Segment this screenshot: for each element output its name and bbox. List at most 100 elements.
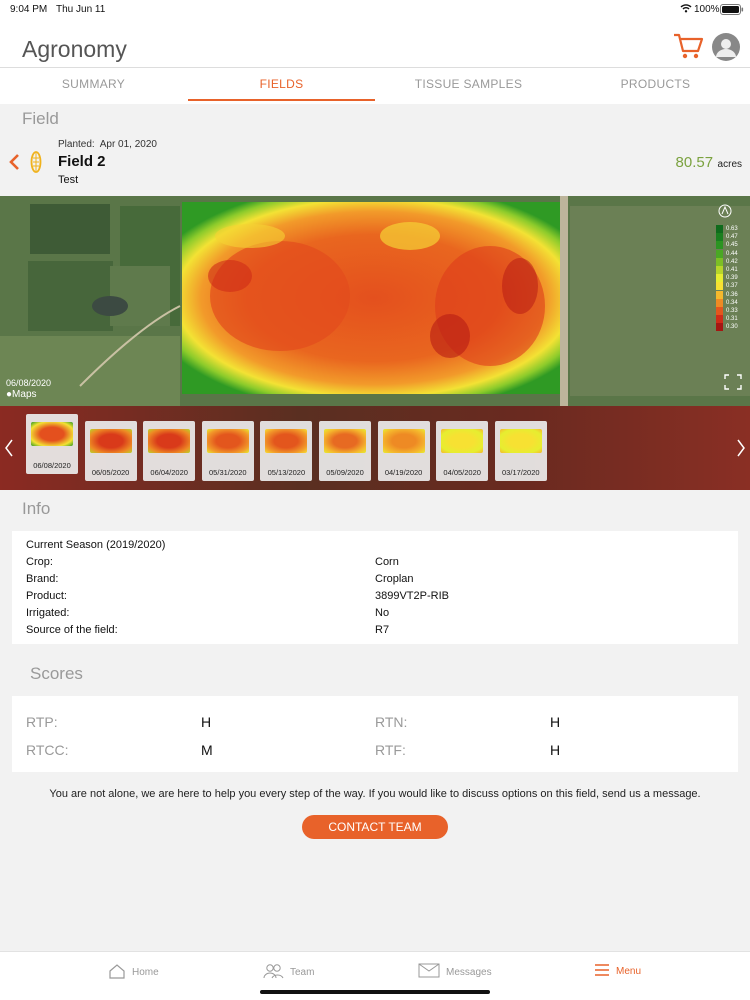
date-thumbnail[interactable]: 06/08/2020 (26, 414, 78, 474)
date-thumbnail[interactable]: 05/13/2020 (260, 421, 313, 481)
acres-value: 80.57 (675, 154, 714, 171)
legend-swatch (716, 241, 723, 250)
date-thumbnail[interactable]: 06/05/2020 (84, 421, 137, 481)
strip-prev-icon[interactable] (4, 438, 14, 463)
menu-icon (594, 963, 610, 980)
thumbnail-date: 06/04/2020 (150, 468, 188, 477)
score-value-rtf: H (550, 742, 561, 758)
thumbnail-image (265, 429, 308, 453)
nav-home-label: Home (132, 967, 159, 978)
avatar[interactable] (712, 33, 740, 66)
maps-attribution-label: Maps (12, 389, 37, 400)
legend-swatch (716, 233, 723, 242)
date-thumbnail[interactable]: 04/19/2020 (377, 421, 430, 481)
thumbnail-date: 04/05/2020 (443, 468, 481, 477)
legend-value: 0.36 (726, 291, 738, 298)
legend-value: 0.45 (726, 242, 738, 249)
thumbnail-date: 06/08/2020 (33, 461, 71, 470)
acres-unit: acres (717, 159, 742, 170)
info-label-product: Product: (26, 590, 67, 602)
thumbnail-date: 05/13/2020 (267, 468, 306, 477)
score-label-rtp: RTP: (26, 714, 58, 730)
planted-info: Planted: Apr 01, 2020 (58, 139, 157, 150)
legend-value: 0.42 (726, 258, 738, 265)
legend-value: 0.41 (726, 267, 738, 274)
ndvi-legend: 0.63 0.47 0.45 0.44 0.42 0.41 0.39 0.37 0.36 0.34… (716, 225, 746, 332)
legend-swatch (716, 266, 723, 275)
legend-row: 0.47 (716, 233, 746, 242)
legend-value: 0.33 (726, 307, 738, 314)
score-value-rtcc: M (201, 742, 213, 758)
legend-value: 0.47 (726, 234, 738, 241)
tab-fields[interactable]: FIELDS (188, 77, 375, 91)
scores-section-title: Scores (30, 664, 83, 683)
planted-label: Planted: (58, 139, 95, 150)
date-thumbnail[interactable]: 04/05/2020 (436, 421, 489, 481)
score-value-rtp: H (201, 714, 212, 730)
back-chevron-icon[interactable] (8, 153, 20, 176)
strip-next-icon[interactable] (736, 438, 746, 463)
compass-icon (718, 204, 732, 223)
tab-bar: SUMMARY FIELDS TISSUE SAMPLES PRODUCTS (0, 68, 750, 104)
legend-value: 0.34 (726, 299, 738, 306)
info-value-brand: Croplan (375, 573, 414, 585)
legend-row: 0.31 (716, 315, 746, 324)
legend-swatch (716, 298, 723, 307)
score-label-rtcc: RTCC: (26, 742, 69, 758)
legend-swatch (716, 306, 723, 315)
nav-team-label: Team (290, 967, 315, 978)
field-name: Field 2 (58, 153, 106, 170)
status-bar: 9:04 PM Thu Jun 11 100% (0, 0, 750, 20)
legend-row: 0.44 (716, 249, 746, 258)
map-date: 06/08/2020 (6, 378, 52, 388)
thumbnail-date: 04/19/2020 (384, 468, 423, 477)
cart-icon[interactable] (672, 30, 704, 67)
nav-messages[interactable]: Messages (418, 963, 492, 981)
nav-home[interactable]: Home (108, 963, 159, 982)
date-thumbnail[interactable]: 05/09/2020 (319, 421, 371, 481)
date-thumbnail[interactable]: 06/04/2020 (143, 421, 196, 481)
legend-swatch (716, 274, 723, 283)
tab-products[interactable]: PRODUCTS (562, 77, 749, 91)
field-map[interactable]: 06/08/2020 ●Maps (0, 196, 750, 406)
score-label-rtn: RTN: (375, 714, 408, 730)
nav-menu[interactable]: Menu (594, 963, 641, 980)
app-title: Agronomy (22, 36, 127, 62)
field-subtitle: Test (58, 174, 79, 186)
legend-row: 0.33 (716, 306, 746, 315)
legend-row: 0.42 (716, 257, 746, 266)
legend-value: 0.39 (726, 275, 738, 282)
legend-value: 0.44 (726, 250, 738, 257)
legend-swatch (716, 257, 723, 266)
tab-summary[interactable]: SUMMARY (0, 77, 187, 91)
score-value-rtn: H (550, 714, 561, 730)
fullscreen-icon[interactable] (724, 374, 742, 395)
thumbnail-date: 06/05/2020 (91, 468, 130, 477)
thumbnail-date: 05/31/2020 (209, 468, 247, 477)
legend-value: 0.37 (726, 283, 738, 290)
legend-swatch (716, 323, 723, 332)
legend-row: 0.63 (716, 225, 746, 234)
info-value-product: 3899VT2P-RIB (375, 590, 449, 602)
team-icon (262, 963, 284, 982)
legend-row: 0.34 (716, 298, 746, 307)
info-label-brand: Brand: (26, 573, 59, 585)
tab-tissue-samples[interactable]: TISSUE SAMPLES (375, 77, 562, 91)
home-icon (108, 963, 126, 982)
info-card: Current Season (2019/2020) Crop: Corn Br… (12, 531, 738, 644)
legend-swatch (716, 290, 723, 299)
navigation-bar: Agronomy (0, 20, 750, 68)
legend-value: 0.63 (726, 226, 738, 233)
legend-swatch (716, 225, 723, 234)
image-date-strip: 06/08/2020 06/05/2020 06/04/2020 05/31/2020… (0, 406, 750, 490)
date-thumbnail[interactable]: 05/31/2020 (201, 421, 254, 481)
thumbnail-image (441, 429, 484, 453)
contact-team-button[interactable]: CONTACT TEAM (302, 815, 448, 839)
status-time: 9:04 PM (10, 4, 48, 15)
nav-team[interactable]: Team (262, 963, 314, 982)
info-label-irrigated: Irrigated: (26, 607, 70, 619)
date-thumbnail[interactable]: 03/17/2020 (494, 421, 547, 481)
score-label-rtf: RTF: (375, 742, 406, 758)
maps-attribution: ●Maps (6, 389, 37, 400)
nav-menu-label: Menu (616, 966, 642, 977)
